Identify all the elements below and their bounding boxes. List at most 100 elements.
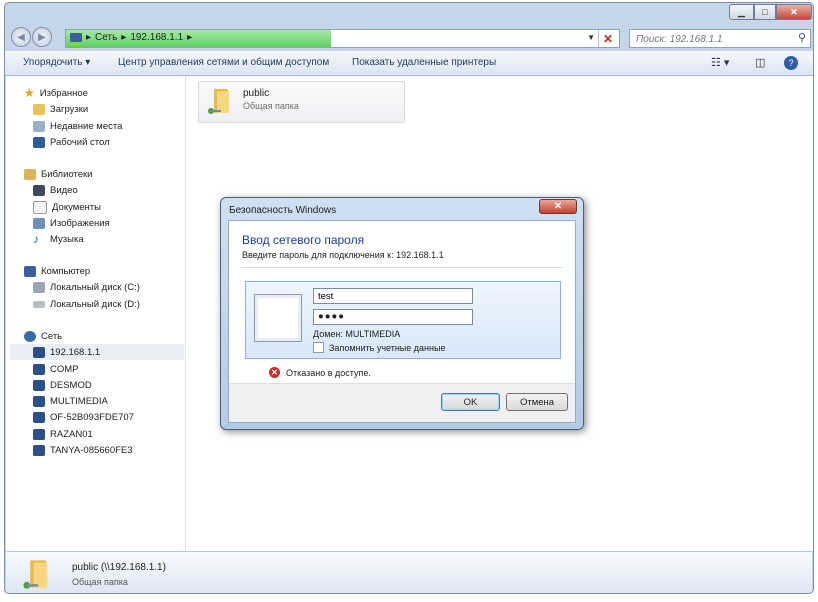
remember-checkbox[interactable]: Запомнить учетные данные [313,342,445,353]
sidebar-label: Документы [52,201,101,213]
shared-folder-icon [23,560,48,589]
sidebar-label: Видео [50,184,78,196]
checkbox-box[interactable] [313,342,324,353]
error-message: ✕ Отказано в доступе. [269,367,371,378]
desktop-icon [33,136,45,148]
forward-button[interactable]: ▶ [32,27,52,47]
search-box[interactable]: ⚲ [629,29,811,48]
network-computer-icon [33,346,45,358]
sidebar-label: Локальный диск (D:) [50,298,140,310]
back-button[interactable]: ◀ [11,27,31,47]
sidebar-label: TANYA-085660FE3 [50,444,133,456]
dialog-title: Безопасность Windows [229,205,337,216]
user-tile-icon [254,294,302,342]
chevron-right-icon: ▸ [121,32,127,43]
sidebar-item-drive-d[interactable]: Локальный диск (D:) [33,296,140,312]
video-icon [33,184,45,196]
username-field[interactable] [313,288,473,304]
breadcrumb-host[interactable]: 192.168.1.1 [130,32,183,43]
network-computer-icon [33,428,45,440]
ok-button[interactable]: OK [441,393,500,411]
cancel-button[interactable]: Отмена [506,393,568,411]
sidebar-label: MULTIMEDIA [50,395,108,407]
network-icon [24,330,36,342]
organize-button[interactable]: Упорядочить ▾ [23,57,90,68]
drive-icon [33,300,45,308]
network-computer-icon [33,411,45,423]
sidebar-item-recent[interactable]: Недавние места [33,118,122,134]
sidebar-label: Недавние места [50,120,123,132]
credential-tile: ●●●● Домен: MULTIMEDIA Запомнить учетные… [245,281,561,359]
chevron-right-icon: ▸ [86,32,92,43]
recent-places-icon [33,120,45,132]
pictures-icon [33,217,45,229]
address-bar[interactable]: ▸ Сеть ▸ 192.168.1.1 ▸ ▼ ✕ [65,29,620,48]
sidebar-item-drive-c[interactable]: Локальный диск (C:) [33,279,140,295]
details-type: Общая папка [72,577,128,587]
breadcrumb-network[interactable]: Сеть [95,32,117,43]
sidebar-item-of[interactable]: OF-52B093FDE707 [33,409,134,425]
sidebar-item-desmod[interactable]: DESMOD [33,377,92,393]
sidebar-label: RAZAN01 [50,428,93,440]
network-computer-icon [33,379,45,391]
sidebar-item-multimedia[interactable]: MULTIMEDIA [33,393,108,409]
sidebar-item-pictures[interactable]: Изображения [33,215,110,231]
sidebar-label: Библиотеки [41,168,93,180]
sidebar-item-razan01[interactable]: RAZAN01 [33,426,93,442]
sidebar-item-host-selected[interactable]: 192.168.1.1 [10,344,184,360]
sidebar-computer[interactable]: Компьютер [24,263,90,279]
dialog-heading: Ввод сетевого пароля [242,233,365,247]
address-dropdown-icon[interactable]: ▼ [587,33,595,42]
dialog-footer: OK Отмена [229,383,575,422]
sidebar-favorites[interactable]: ★ Избранное [24,85,88,101]
details-pane: public (\\192.168.1.1) Общая папка [6,551,812,593]
sidebar-label: Загрузки [50,103,89,115]
sidebar-item-tanya[interactable]: TANYA-085660FE3 [33,442,133,458]
sidebar-label: DESMOD [50,379,92,391]
sidebar-item-downloads[interactable]: Загрузки [33,101,88,117]
network-computer-icon [33,363,45,375]
credentials-dialog: Безопасность Windows ✕ Ввод сетевого пар… [220,197,584,430]
computer-icon [24,265,36,277]
password-field[interactable]: ●●●● [313,309,473,325]
sidebar-item-music[interactable]: ♪ Музыка [33,231,84,247]
share-type: Общая папка [243,101,299,111]
share-name: public [243,88,270,99]
maximize-button[interactable]: □ [754,4,776,20]
sidebar-item-documents[interactable]: Документы [33,199,101,215]
show-printers-button[interactable]: Показать удаленные принтеры [352,57,496,68]
details-name: public (\\192.168.1.1) [72,562,166,573]
music-icon: ♪ [33,232,39,246]
view-options-icon[interactable]: ☷ ▾ [711,56,729,69]
sidebar-label: Сеть [41,330,63,342]
help-icon[interactable]: ? [784,56,798,70]
sidebar-label: Компьютер [41,265,91,277]
remember-label: Запомнить учетные данные [329,342,446,353]
command-bar: Упорядочить ▾ Центр управления сетями и … [5,51,813,76]
search-icon[interactable]: ⚲ [798,31,806,44]
close-button[interactable]: ✕ [776,4,812,20]
sidebar-label: Изображения [50,217,110,229]
minimize-button[interactable]: ▁ [729,4,754,20]
network-center-button[interactable]: Центр управления сетями и общим доступом [118,57,329,68]
share-folder-item[interactable]: public Общая папка [198,81,405,123]
search-input[interactable] [634,31,788,47]
dialog-close-button[interactable]: ✕ [539,199,577,214]
preview-pane-icon[interactable]: ◫ [755,56,765,69]
sidebar-item-comp[interactable]: COMP [33,361,79,377]
library-icon [24,168,36,180]
sidebar-network[interactable]: Сеть [24,328,62,344]
stop-icon[interactable]: ✕ [598,30,617,47]
sidebar-item-desktop[interactable]: Рабочий стол [33,134,110,150]
domain-label: Домен: MULTIMEDIA [313,329,401,339]
divider [241,267,563,268]
error-icon: ✕ [269,367,280,378]
documents-icon [33,200,47,214]
star-icon: ★ [24,86,35,100]
error-text: Отказано в доступе. [286,367,371,378]
sidebar-label: Избранное [39,87,88,99]
sidebar-item-video[interactable]: Видео [33,182,78,198]
sidebar-label: Музыка [50,233,84,245]
sidebar-libraries[interactable]: Библиотеки [24,166,92,182]
downloads-folder-icon [33,103,45,115]
